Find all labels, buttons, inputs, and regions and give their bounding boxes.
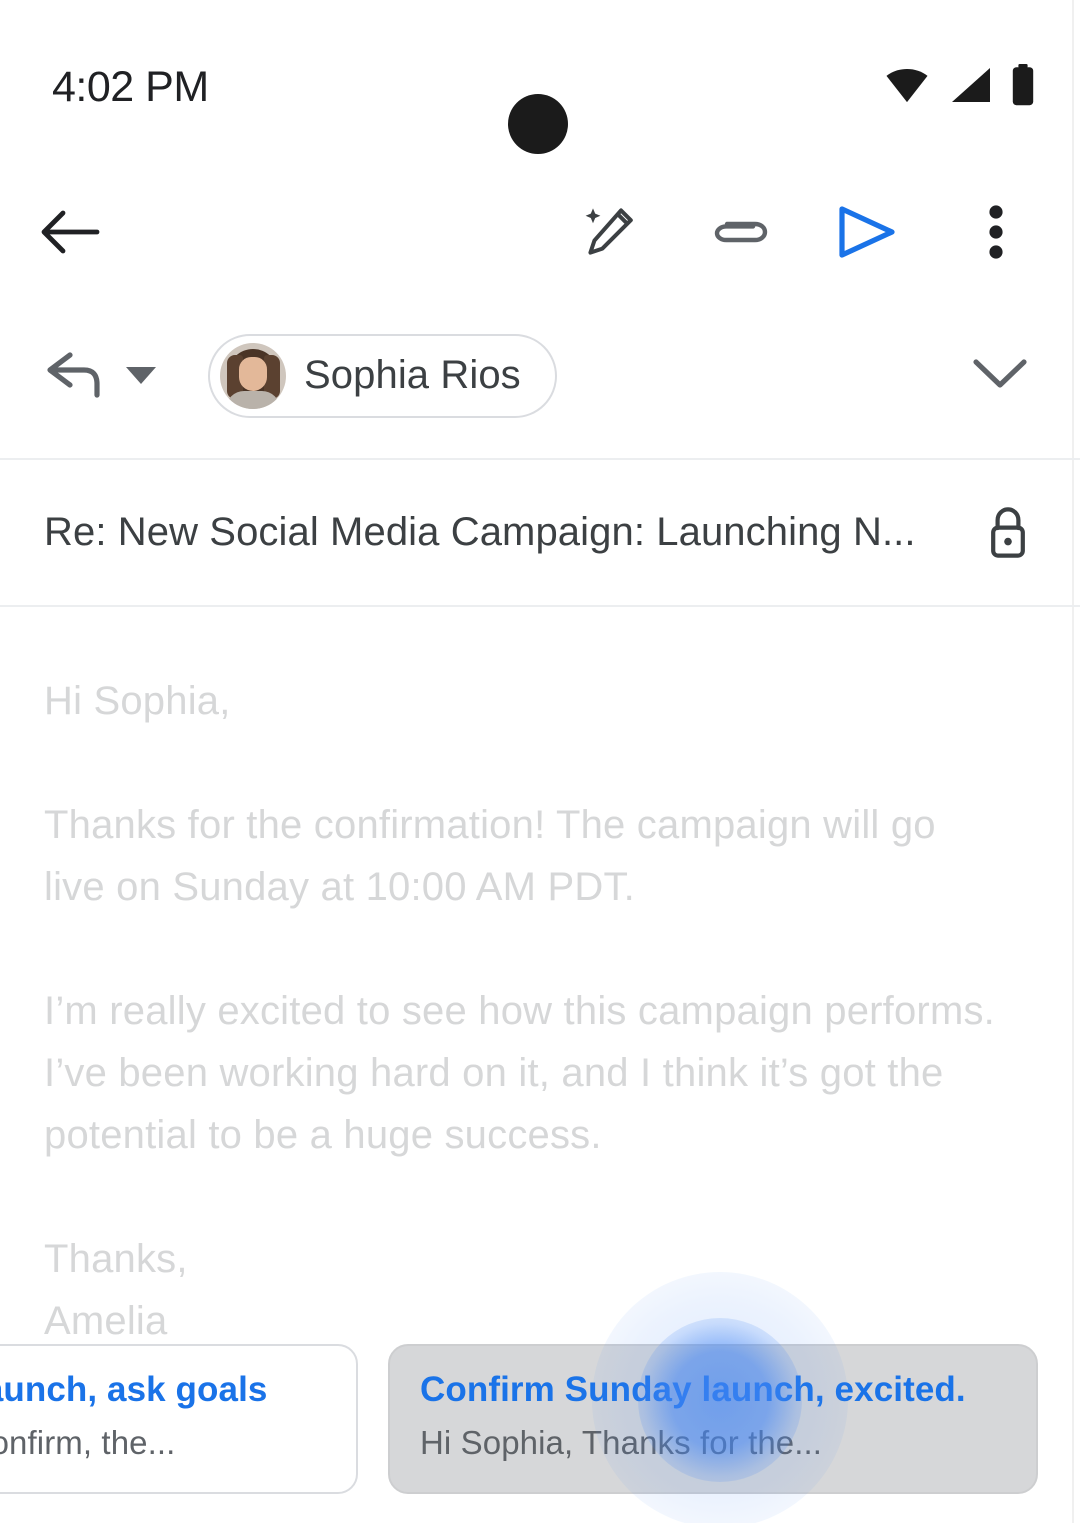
body-signature: Thanks, Amelia [44, 1237, 188, 1343]
reply-mode-selector[interactable] [44, 345, 156, 406]
body-greeting: Hi Sophia, [44, 679, 231, 723]
body-paragraph-1: Thanks for the confirmation! The campaig… [44, 803, 936, 909]
smart-reply-card-2-subtitle: Hi Sophia, Thanks for the... [420, 1424, 823, 1461]
smart-reply-card-1-subtitle: confirm, the... [0, 1424, 176, 1461]
avatar [220, 342, 286, 409]
send-button[interactable] [832, 199, 902, 269]
lock-icon[interactable] [980, 505, 1036, 561]
smart-reply-card-1-title: launch, ask goals [0, 1370, 268, 1409]
smart-reply-card-2[interactable]: Confirm Sunday launch, excited. Hi Sophi… [388, 1344, 1038, 1494]
subject-input[interactable]: Re: New Social Media Campaign: Launching… [44, 510, 962, 555]
cellular-signal-icon [948, 66, 992, 109]
camera-punch-hole [508, 94, 568, 154]
send-icon [834, 202, 900, 267]
chevron-down-icon [970, 354, 1030, 397]
attach-icon [709, 210, 769, 259]
recipient-name: Sophia Rios [304, 353, 521, 397]
compose-toolbar [0, 175, 1080, 293]
body-paragraph-2: I’m really excited to see how this campa… [44, 989, 995, 1157]
status-icons-group [884, 64, 1036, 111]
reply-arrow-icon [44, 345, 110, 406]
toolbar-actions [575, 199, 1045, 269]
ai-write-button[interactable] [575, 199, 645, 269]
phone-screen: 4:02 PM Sophia Rios Re: New Social Media… [0, 0, 1080, 1523]
smart-reply-suggestions: launch, ask goals confirm, the... Confir… [0, 1344, 1080, 1504]
subject-row[interactable]: Re: New Social Media Campaign: Launching… [0, 460, 1080, 605]
more-options-button[interactable] [961, 199, 1031, 269]
expand-recipients-button[interactable] [968, 344, 1032, 408]
status-time: 4:02 PM [52, 63, 209, 111]
ai-write-icon [580, 202, 640, 267]
back-button[interactable] [38, 202, 102, 266]
smart-reply-card-1[interactable]: launch, ask goals confirm, the... [0, 1344, 358, 1494]
wifi-icon [884, 66, 930, 109]
back-arrow-icon [39, 207, 101, 262]
attach-button[interactable] [704, 199, 774, 269]
smart-reply-card-2-title: Confirm Sunday launch, excited. [420, 1370, 966, 1409]
reply-dropdown-caret-icon [126, 367, 156, 384]
recipient-row: Sophia Rios [0, 293, 1080, 458]
recipient-chip-sophia-rios[interactable]: Sophia Rios [208, 333, 557, 418]
more-options-icon [986, 202, 1006, 267]
battery-icon [1010, 64, 1036, 111]
